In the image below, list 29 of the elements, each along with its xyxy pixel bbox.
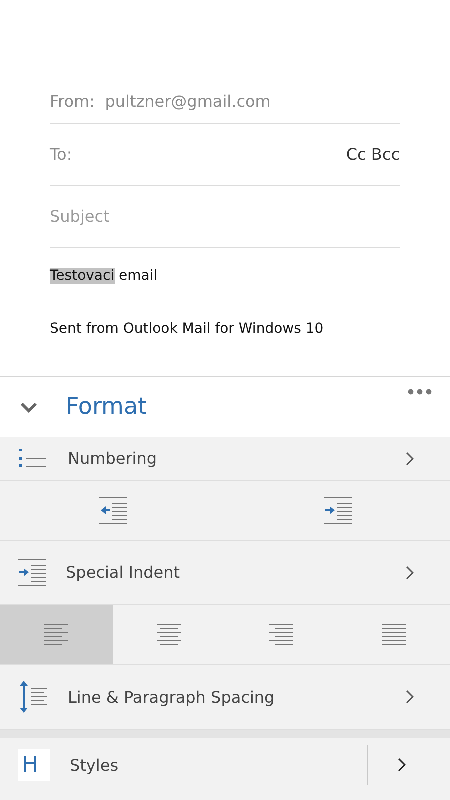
- indent-icon: [324, 496, 352, 524]
- numbered-list-icon: [18, 448, 48, 468]
- option-label: Special Indent: [66, 563, 182, 582]
- more-icon[interactable]: [408, 389, 432, 395]
- chevron-right-icon: [398, 758, 406, 772]
- align-center-icon: [156, 622, 182, 646]
- chevron-right-icon: [406, 566, 414, 580]
- align-justify-icon: [380, 622, 407, 646]
- body-text: Testovaci email: [50, 268, 158, 284]
- cc-bcc-link[interactable]: Cc Bcc: [346, 145, 400, 164]
- option-label: Numbering: [68, 449, 158, 468]
- align-right-icon: [268, 622, 294, 646]
- align-button[interactable]: [0, 605, 112, 664]
- numbering-option[interactable]: Numbering: [0, 437, 450, 481]
- indent-icon: [18, 558, 46, 586]
- styles-option[interactable]: H Styles: [0, 730, 450, 792]
- signature-text: Sent from Outlook Mail for Windows 10: [50, 321, 324, 337]
- outdent-icon: [98, 496, 126, 524]
- line-spacing-icon: [18, 680, 48, 714]
- option-label: Line & Paragraph Spacing: [68, 688, 276, 706]
- style-preview: H: [18, 749, 50, 781]
- panel-title: Format: [66, 394, 148, 420]
- chevron-down-icon[interactable]: [20, 402, 38, 412]
- chevron-right-icon: [406, 690, 414, 704]
- from-field: From: pultzner@gmail.com: [50, 92, 271, 111]
- spacing-option[interactable]: Line & Paragraph Spacing: [0, 665, 450, 730]
- option-label: Styles: [70, 756, 120, 774]
- align-left-icon: [43, 622, 70, 646]
- chevron-right-icon: [406, 452, 414, 466]
